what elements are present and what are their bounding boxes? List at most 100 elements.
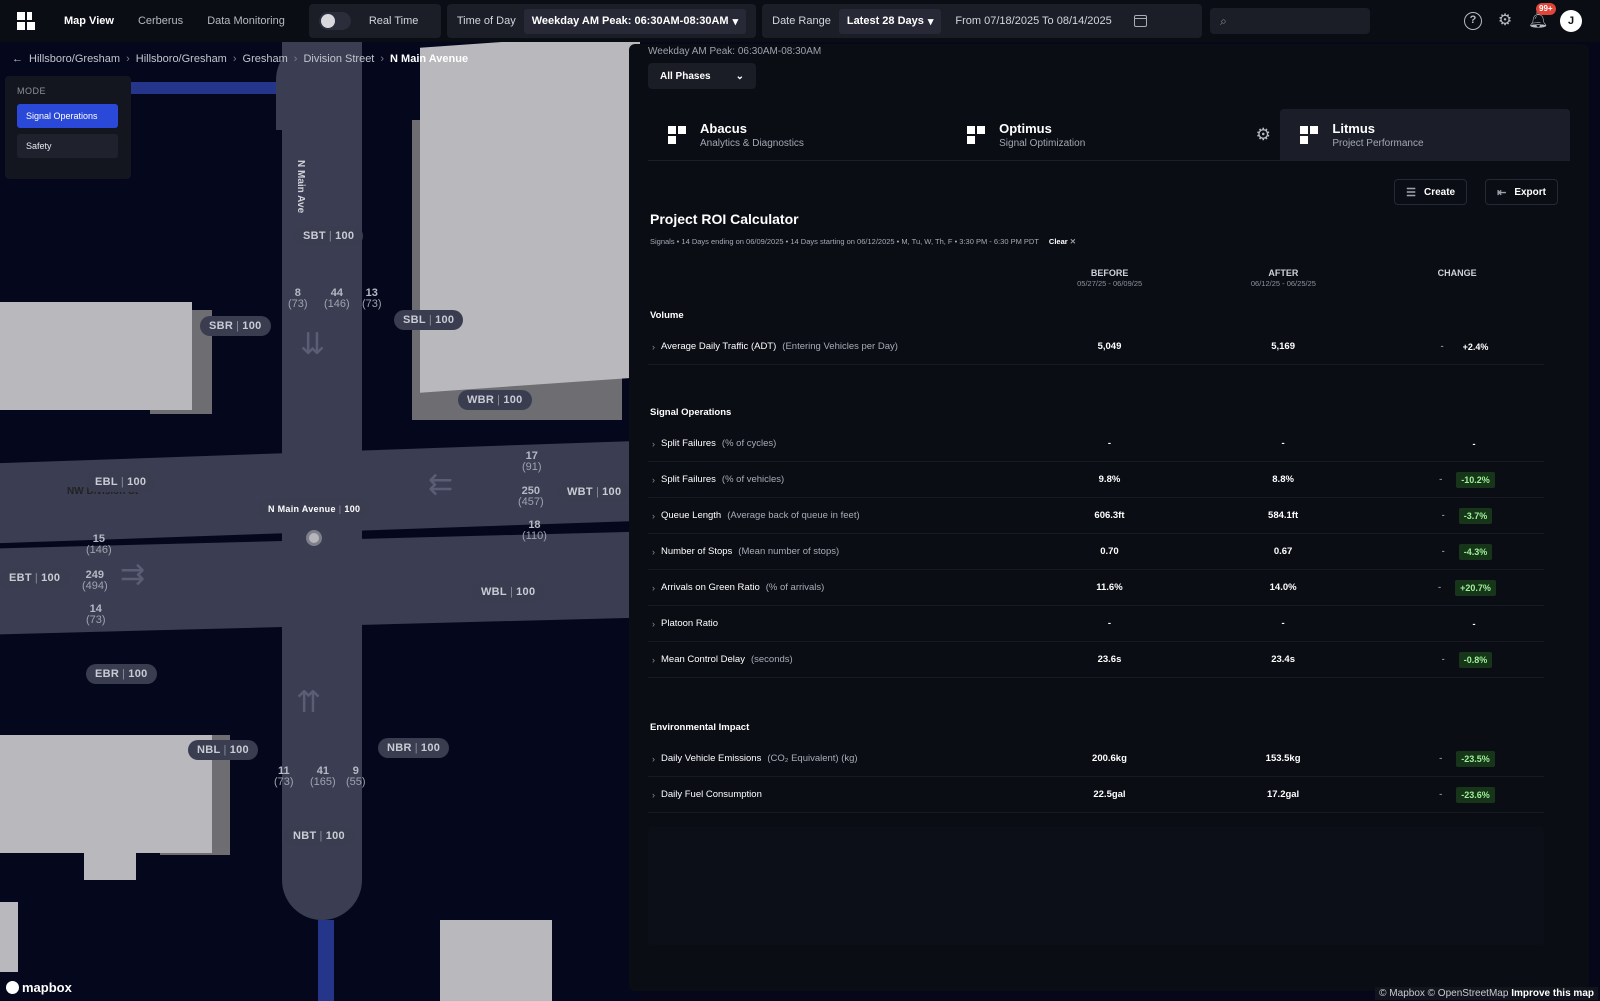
- count-wb-left: 18 (110): [522, 519, 547, 542]
- action-buttons: ☰ Create ⇤ Export: [648, 179, 1570, 205]
- create-button[interactable]: ☰ Create: [1394, 179, 1468, 205]
- back-arrow-icon[interactable]: ←: [12, 53, 23, 65]
- chevron-right-icon[interactable]: ›: [652, 583, 655, 593]
- settings-gear-icon[interactable]: ⚙: [1246, 109, 1280, 160]
- change-cell: - -4.3%: [1370, 543, 1544, 560]
- after-value: 0.67: [1273, 546, 1293, 557]
- chevron-right-icon[interactable]: ›: [652, 619, 655, 629]
- approach-label-wbt[interactable]: WBT | 100: [558, 482, 631, 502]
- table-row[interactable]: › Daily Fuel Consumption 22.5gal 17.2gal - -2…: [648, 777, 1544, 813]
- metric-name: Arrivals on Green Ratio: [661, 582, 760, 593]
- export-button[interactable]: ⇤ Export: [1485, 179, 1558, 205]
- breadcrumb-item[interactable]: Gresham: [243, 53, 288, 65]
- calendar-icon[interactable]: [1133, 15, 1147, 27]
- clear-button[interactable]: Clear ✕: [1049, 237, 1076, 246]
- table-row[interactable]: › Queue Length (Average back of queue in f…: [648, 498, 1544, 534]
- approach-label-nbr[interactable]: NBR | 100: [378, 738, 450, 758]
- breadcrumb-item[interactable]: Hillsboro/Gresham: [136, 53, 227, 65]
- approach-label-nbt[interactable]: NBT | 100: [284, 826, 354, 846]
- change-badge: +20.7%: [1455, 579, 1496, 596]
- logo-icon: [17, 12, 35, 30]
- bell-icon[interactable]: 🔔︎ 99+: [1528, 3, 1556, 30]
- river: [318, 920, 334, 1001]
- chevron-right-icon[interactable]: ›: [652, 790, 655, 800]
- top-icons: ? ⚙ 🔔︎ 99+ J: [1464, 3, 1600, 32]
- filter-lines-icon: ☰: [1406, 186, 1416, 199]
- tab-optimus[interactable]: Optimus Signal Optimization: [947, 109, 1246, 160]
- gear-icon[interactable]: ⚙: [1496, 12, 1514, 30]
- chevron-right-icon[interactable]: ›: [652, 655, 655, 665]
- mapbox-icon: [6, 981, 19, 994]
- phase-select[interactable]: All Phases ⌄: [648, 63, 756, 89]
- north-bound-arrows: ⇈: [296, 686, 322, 719]
- table-row[interactable]: › Split Failures (% of cycles) - - -: [648, 426, 1544, 462]
- approach-label-nbl[interactable]: NBL | 100: [188, 740, 258, 760]
- change-badge: -10.2%: [1456, 471, 1495, 488]
- date-range-select[interactable]: Latest 28 Days ▾: [838, 8, 942, 34]
- change-indicator: -: [1439, 753, 1443, 764]
- metric-unit: (% of arrivals): [765, 582, 825, 593]
- before-value: -: [1107, 618, 1112, 629]
- approach-label-ebt[interactable]: EBT | 100: [0, 568, 70, 588]
- search-icon: ⌕: [1220, 13, 1227, 28]
- chevron-right-icon[interactable]: ›: [652, 342, 655, 352]
- app-root: N Main Ave NW Division St ⇊ ⇇ ⇉ ⇈ SBT|10…: [0, 0, 1600, 1001]
- chevron-right-icon[interactable]: ›: [652, 511, 655, 521]
- tab-litmus[interactable]: Litmus Project Performance: [1280, 109, 1570, 160]
- column-header-after: AFTER: [1268, 268, 1299, 278]
- mode-signal-operations[interactable]: Signal Operations: [17, 104, 118, 128]
- tab-abacus[interactable]: Abacus Analytics & Diagnostics: [648, 109, 947, 160]
- before-value: 23.6s: [1097, 654, 1122, 665]
- change-cell: - -0.8%: [1370, 651, 1544, 668]
- product-subtitle: Project Performance: [1332, 137, 1424, 149]
- metric-label: › Platoon Ratio: [648, 618, 1023, 629]
- real-time-toggle[interactable]: [318, 12, 351, 30]
- approach-label-sbt[interactable]: SBT | 100: [294, 226, 364, 246]
- mapbox-logo[interactable]: mapbox: [6, 980, 72, 995]
- app-logo[interactable]: [0, 0, 52, 42]
- approach-label-wbr[interactable]: WBR | 100: [458, 390, 532, 410]
- chevron-right-icon[interactable]: ›: [652, 439, 655, 449]
- table-row[interactable]: › Number of Stops (Mean number of stops) 0.…: [648, 534, 1544, 570]
- table-row[interactable]: › Daily Vehicle Emissions (CO₂ Equivalent)…: [648, 741, 1544, 777]
- time-of-day-select[interactable]: Weekday AM Peak: 06:30AM-08:30AM ▾: [523, 8, 747, 34]
- intersection-label[interactable]: N Main Avenue | 100: [258, 498, 371, 520]
- improve-map-link[interactable]: Improve this map: [1511, 988, 1594, 999]
- table-row[interactable]: › Platoon Ratio - - -: [648, 606, 1544, 642]
- tab-data-monitoring[interactable]: Data Monitoring: [195, 0, 297, 42]
- approach-label-ebr[interactable]: EBR | 100: [86, 664, 157, 684]
- building: [84, 840, 136, 880]
- breadcrumb-item[interactable]: Division Street: [303, 53, 374, 65]
- product-tabs: Abacus Analytics & Diagnostics Optimus Sig…: [648, 109, 1570, 161]
- table-row[interactable]: › Split Failures (% of vehicles) 9.8% 8.8% - -…: [648, 462, 1544, 498]
- product-subtitle: Signal Optimization: [999, 137, 1086, 149]
- table-row[interactable]: › Mean Control Delay (seconds) 23.6s 23.4s - -…: [648, 642, 1544, 678]
- product-name: Abacus: [700, 120, 747, 136]
- approach-label-sbr[interactable]: SBR | 100: [200, 316, 271, 336]
- table-row[interactable]: › Average Daily Traffic (ADT) (Entering Ve…: [648, 329, 1544, 365]
- intersection-marker[interactable]: [306, 530, 322, 546]
- help-icon[interactable]: ?: [1464, 12, 1482, 30]
- approach-label-ebl[interactable]: EBL | 100: [86, 472, 156, 492]
- chevron-right-icon[interactable]: ›: [652, 475, 655, 485]
- table-row[interactable]: › Arrivals on Green Ratio (% of arrivals) 1…: [648, 570, 1544, 606]
- approach-label-sbl[interactable]: SBL | 100: [394, 310, 464, 330]
- chevron-right-icon: ›: [126, 53, 130, 65]
- chevron-right-icon[interactable]: ›: [652, 547, 655, 557]
- count-nb-through: 41 (165): [310, 765, 336, 788]
- mode-safety[interactable]: Safety: [17, 134, 118, 158]
- chevron-right-icon[interactable]: ›: [652, 754, 655, 764]
- approach-label-wbl[interactable]: WBL | 100: [472, 582, 545, 602]
- breadcrumb-item[interactable]: Hillsboro/Gresham: [29, 53, 120, 65]
- avatar[interactable]: J: [1560, 10, 1582, 32]
- metric-label: › Queue Length (Average back of queue in f…: [648, 510, 1023, 521]
- tab-cerberus[interactable]: Cerberus: [126, 0, 195, 42]
- chevron-right-icon: ›: [232, 53, 237, 65]
- top-bar: Map View Cerberus Data Monitoring Real T…: [0, 0, 1600, 42]
- map-canvas[interactable]: N Main Ave NW Division St ⇊ ⇇ ⇉ ⇈ SBT|10…: [0, 40, 640, 1001]
- page-title: Project ROI Calculator: [650, 211, 799, 227]
- search-input[interactable]: ⌕: [1210, 8, 1371, 34]
- river: [128, 82, 278, 94]
- building: [0, 902, 18, 972]
- tab-map-view[interactable]: Map View: [52, 0, 126, 42]
